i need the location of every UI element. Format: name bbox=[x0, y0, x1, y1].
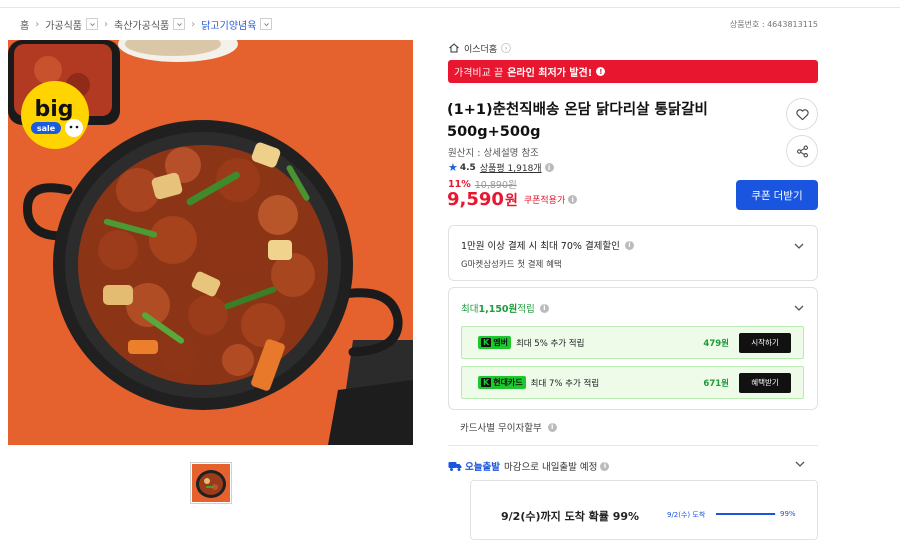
eta-progress-bar bbox=[716, 513, 776, 515]
points-prefix: 최대 bbox=[461, 304, 479, 315]
price-unit: 원 bbox=[504, 192, 518, 209]
review-count-link[interactable]: 상품평 1,918개 bbox=[480, 161, 542, 174]
eta-main-text: 9/2(수)까지 도착 확률 99% bbox=[501, 510, 640, 523]
delivery-brand: 오늘출발 bbox=[465, 462, 500, 473]
points-row-card: K 현대카드 최대 7% 추가 적립 671원 혜택받기 bbox=[461, 366, 804, 399]
payment-discount-subtitle: G마켓삼성카드 첫 결제 혜택 bbox=[461, 260, 562, 270]
info-icon[interactable]: i bbox=[544, 163, 554, 172]
chevron-down-icon[interactable] bbox=[794, 458, 806, 470]
payment-discount-title: 1만원 이상 결제 시 최대 70% 결제할인 i bbox=[461, 238, 634, 252]
tag-label: 현대카드 bbox=[493, 378, 523, 387]
points-amount: 1,150원 bbox=[478, 304, 518, 315]
star-icon: ★ bbox=[448, 161, 458, 174]
eta-percent: 99% bbox=[780, 510, 796, 518]
chevron-down-icon[interactable] bbox=[260, 18, 273, 30]
banner-message: 온라인 최저가 발견! bbox=[507, 68, 593, 79]
breadcrumb-label[interactable]: 축산가공식품 bbox=[114, 17, 169, 32]
sale-badge-text: sale bbox=[37, 124, 56, 133]
chevron-down-icon[interactable] bbox=[793, 302, 805, 314]
payment-discount-card[interactable]: 1만원 이상 결제 시 최대 70% 결제할인 i G마켓삼성카드 첫 결제 혜… bbox=[448, 225, 818, 281]
rating-score: 4.5 bbox=[459, 162, 476, 173]
info-icon[interactable]: ! bbox=[596, 67, 606, 76]
chevron-right-icon: › bbox=[104, 18, 109, 30]
share-icon bbox=[796, 145, 808, 157]
lowest-price-banner[interactable]: 가격비교 끝 온라인 최저가 발견! ! bbox=[448, 60, 818, 83]
product-thumbnail[interactable] bbox=[190, 462, 232, 504]
breadcrumb-category-1[interactable]: 가공식품 bbox=[45, 17, 99, 32]
delivery-text: 마감으로 내일출발 예정 bbox=[503, 462, 598, 473]
points-row-membership: K 멤버 최대 5% 추가 적립 479원 시작하기 bbox=[461, 326, 804, 359]
final-price-line: 9,590 원 쿠폰적용가 i bbox=[447, 189, 578, 210]
share-button[interactable] bbox=[786, 135, 818, 167]
store-name[interactable]: 이스더홈 bbox=[464, 42, 497, 55]
product-title: (1+1)춘천직배송 온담 닭다리살 통닭갈비 500g+500g bbox=[447, 102, 708, 140]
truck-icon bbox=[448, 462, 462, 471]
chevron-right-icon[interactable]: › bbox=[501, 43, 512, 53]
breadcrumb-label[interactable]: 홈 bbox=[20, 17, 29, 32]
breadcrumb-category-2[interactable]: 축산가공식품 bbox=[114, 17, 186, 32]
chevron-down-icon[interactable] bbox=[173, 18, 186, 30]
tag-k: K bbox=[481, 378, 492, 387]
points-title: 최대 1,150원 적립 i bbox=[461, 301, 549, 315]
info-icon[interactable]: i bbox=[600, 461, 610, 471]
membership-tag: K 멤버 bbox=[478, 336, 511, 349]
points-row-text: 최대 7% 추가 적립 bbox=[530, 378, 600, 389]
chevron-right-icon: › bbox=[191, 18, 196, 30]
start-membership-button[interactable]: 시작하기 bbox=[739, 332, 791, 353]
breadcrumb: 홈 › 가공식품 › 축산가공식품 › 닭고기양념육 bbox=[20, 16, 273, 32]
payment-discount-text: 1만원 이상 결제 시 최대 70% 결제할인 bbox=[461, 241, 620, 252]
eta-date-label: 9/2(수) 도착 bbox=[667, 511, 706, 519]
installment-text: 카드사별 무이자할부 bbox=[460, 423, 542, 434]
info-icon[interactable]: i bbox=[624, 240, 634, 250]
home-icon bbox=[449, 43, 459, 53]
chevron-right-icon: › bbox=[35, 18, 40, 30]
delivery-info: 오늘출발 마감으로 내일출발 예정 i bbox=[448, 459, 610, 473]
points-row-text: 최대 5% 추가 적립 bbox=[515, 338, 585, 349]
installment-info[interactable]: 카드사별 무이자할부 i bbox=[460, 420, 557, 434]
divider bbox=[448, 445, 818, 446]
final-price: 9,590 bbox=[447, 189, 504, 210]
breadcrumb-label[interactable]: 가공식품 bbox=[45, 17, 82, 32]
breadcrumb-home[interactable]: 홈 bbox=[20, 17, 29, 32]
tag-label: 멤버 bbox=[493, 338, 508, 347]
store-link[interactable]: 이스더홈 › bbox=[448, 41, 512, 55]
origin-info: 원산지 : 상세설명 참조 bbox=[448, 148, 539, 159]
top-border bbox=[0, 0, 900, 8]
breadcrumb-category-3[interactable]: 닭고기양념육 bbox=[201, 17, 273, 32]
points-row-amount: 479원 bbox=[703, 338, 729, 349]
product-number: 상품번호 : 4643813115 bbox=[729, 20, 818, 29]
get-benefit-button[interactable]: 혜택받기 bbox=[739, 372, 791, 393]
product-main-image[interactable]: big sale bbox=[8, 40, 413, 445]
banner-prefix: 가격비교 끝 bbox=[454, 68, 504, 79]
coupon-more-button[interactable]: 쿠폰 더받기 bbox=[736, 180, 818, 210]
coupon-price-note: 쿠폰적용가 bbox=[523, 196, 566, 206]
big-sale-badge-text: big bbox=[34, 97, 73, 122]
breadcrumb-label[interactable]: 닭고기양념육 bbox=[201, 17, 256, 32]
wishlist-button[interactable] bbox=[786, 98, 818, 130]
heart-icon bbox=[795, 108, 809, 120]
info-icon[interactable]: i bbox=[568, 195, 578, 204]
chevron-down-icon[interactable] bbox=[793, 240, 805, 252]
eta-progress-fill bbox=[716, 513, 776, 515]
delivery-eta-box: 9/2(수)까지 도착 확률 99% 9/2(수) 도착 99% bbox=[470, 480, 818, 540]
tag-k: K bbox=[481, 338, 492, 347]
points-suffix: 적립 bbox=[517, 304, 535, 315]
chevron-down-icon[interactable] bbox=[86, 18, 99, 30]
card-tag: K 현대카드 bbox=[478, 376, 526, 389]
discount-rate: 11% bbox=[448, 178, 471, 190]
info-icon[interactable]: i bbox=[547, 422, 557, 432]
points-card[interactable]: 최대 1,150원 적립 i K 멤버 최대 5% 추가 적립 479원 시작하기… bbox=[448, 287, 818, 410]
points-row-amount: 671원 bbox=[703, 378, 729, 389]
rating-summary: ★ 4.5 상품평 1,918개 i bbox=[448, 161, 554, 174]
info-icon[interactable]: i bbox=[539, 303, 549, 313]
